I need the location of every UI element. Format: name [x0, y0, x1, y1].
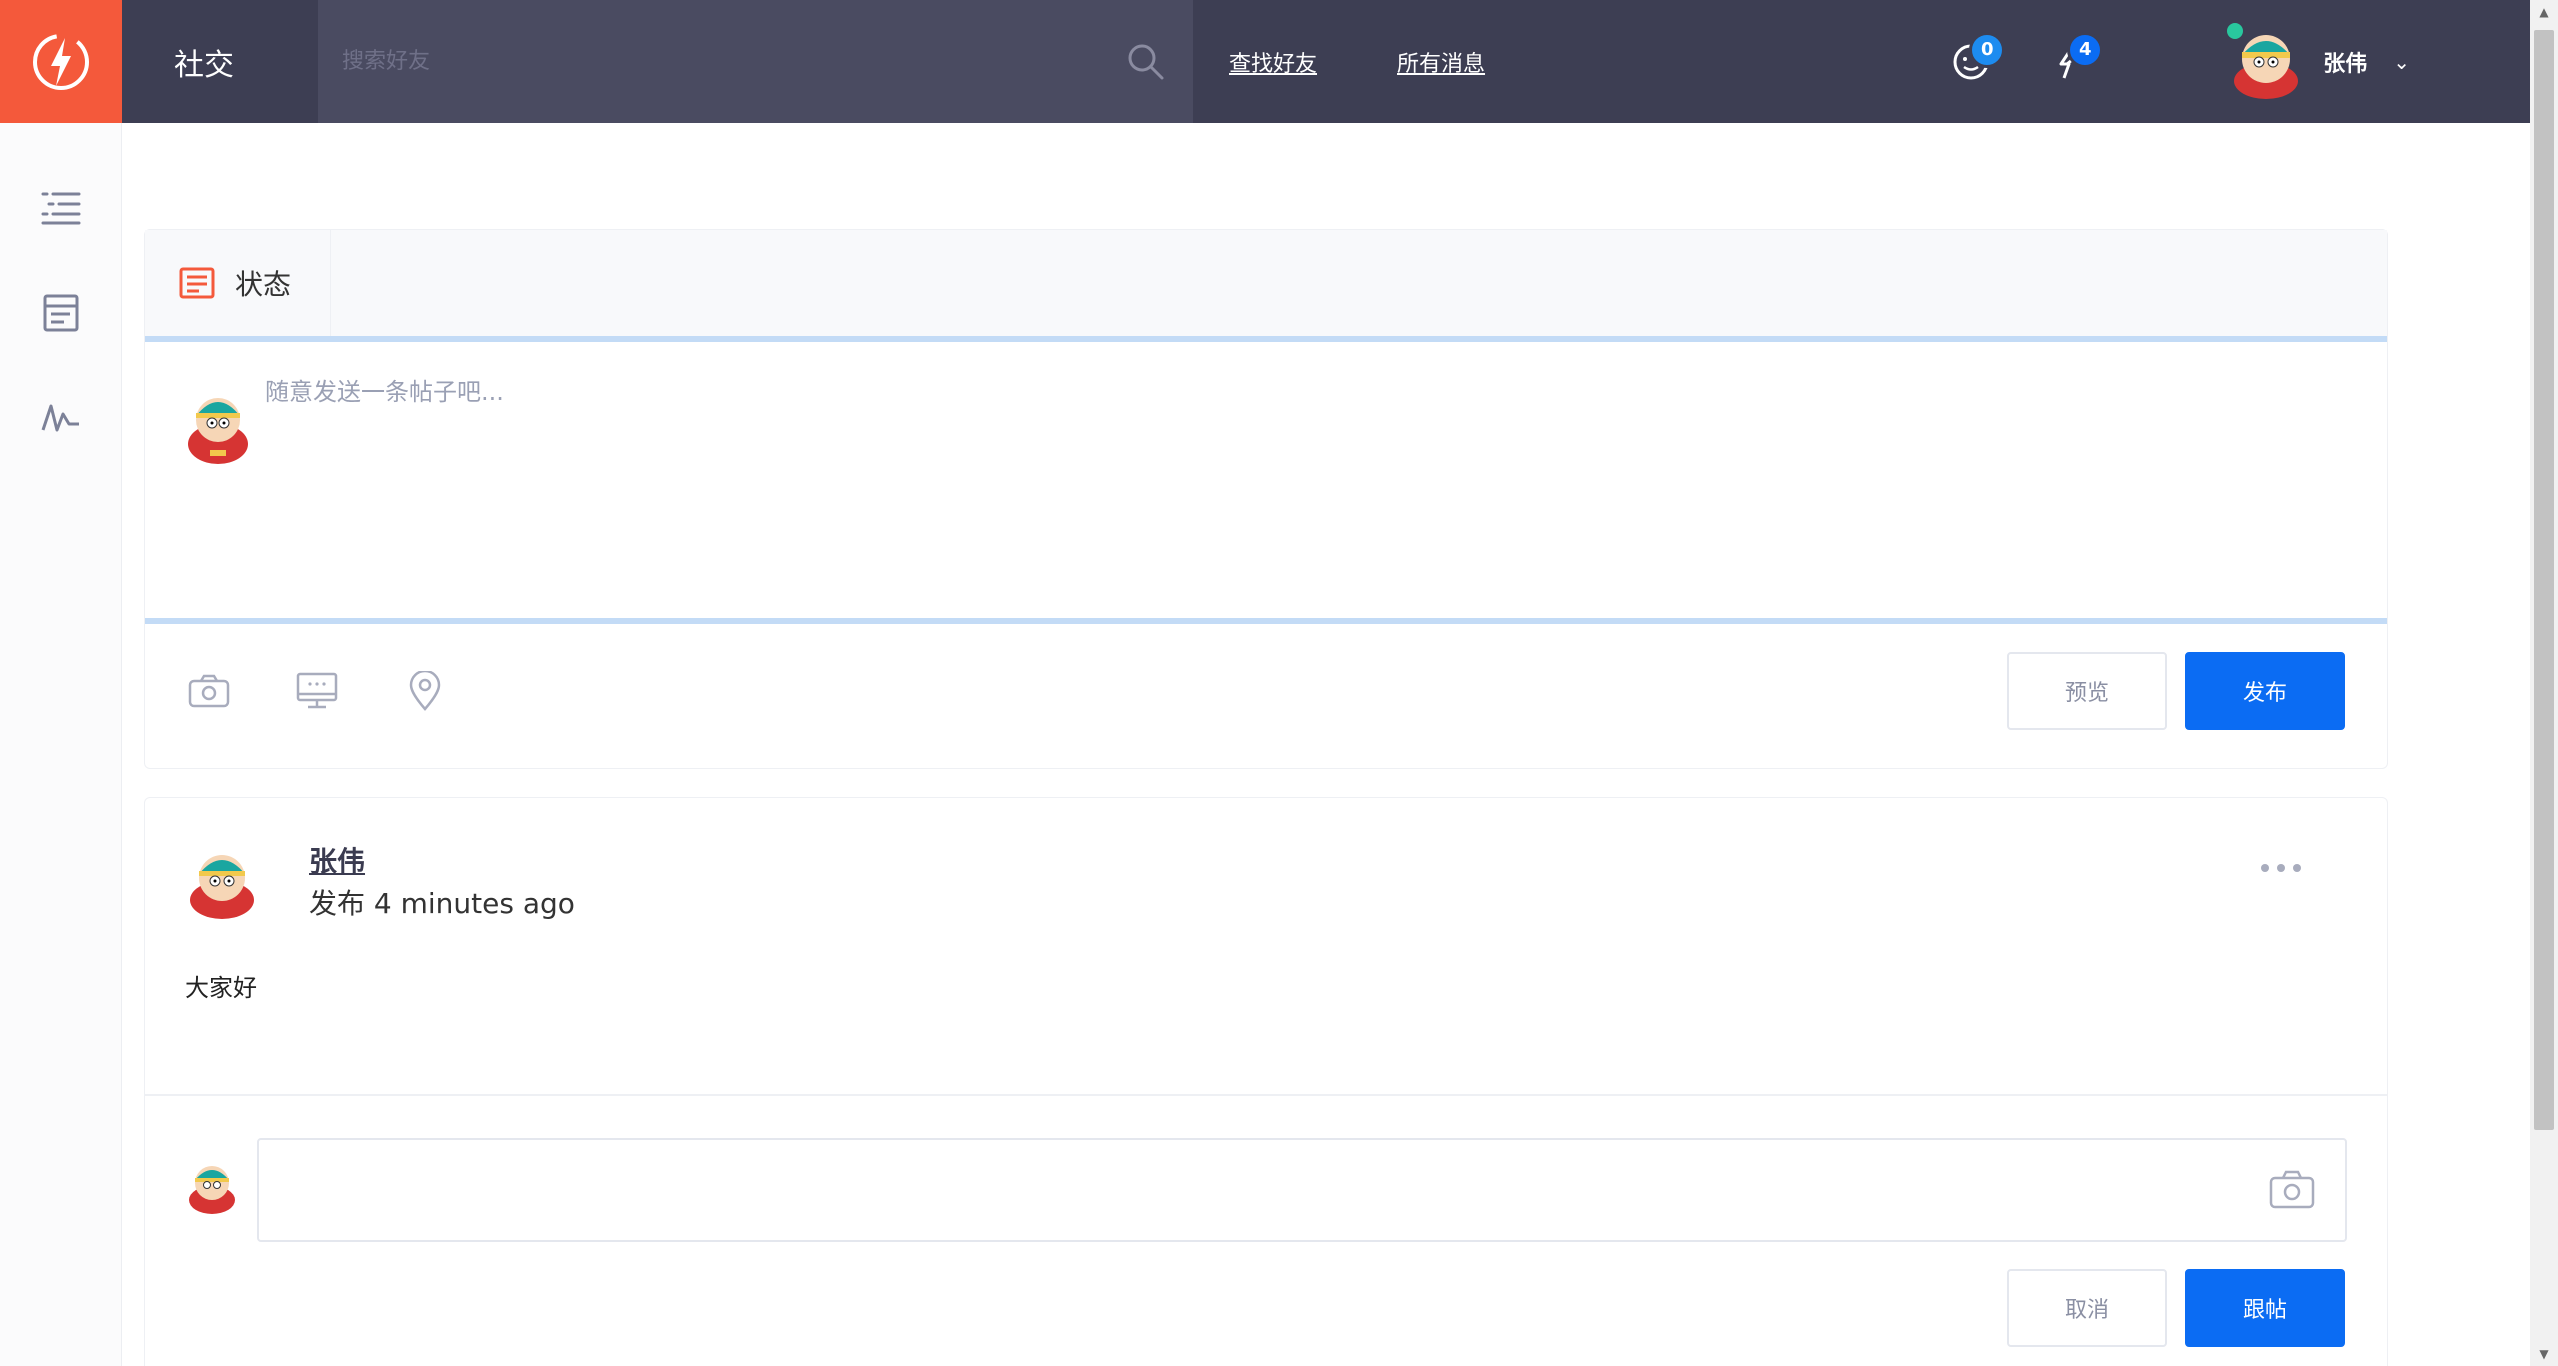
composer-avatar-icon [188, 398, 248, 464]
post-header: 张伟 发布 4 minutes ago [145, 798, 2387, 968]
main-content: 状态 随意发送一条帖子吧... 预览 发布 张伟 发布 4 minutes ag… [122, 123, 2530, 1366]
activity-pulse-icon [41, 404, 79, 432]
list-icon [41, 192, 80, 225]
messages-button[interactable]: 0 [1943, 31, 2006, 90]
app-root: 社交 查找好友 所有消息 0 4 [0, 0, 2558, 1366]
left-sidebar [0, 123, 122, 1366]
lightning-logo-icon [33, 33, 89, 90]
sidebar-item-activity[interactable] [36, 393, 86, 443]
camera-icon[interactable] [185, 667, 233, 715]
more-options-icon[interactable] [2261, 858, 2301, 878]
tab-status[interactable]: 状态 [145, 230, 331, 336]
messages-badge: 0 [1969, 31, 2006, 68]
reply-input[interactable] [259, 1140, 2239, 1240]
brand-title: 社交 [122, 0, 318, 123]
post-author-avatar-icon [190, 855, 254, 919]
avatar [185, 384, 251, 466]
search-bar [318, 0, 1193, 123]
status-tab-icon [179, 267, 215, 299]
app-logo[interactable] [0, 0, 122, 123]
scroll-down-icon[interactable]: ▼ [2530, 1342, 2558, 1366]
chevron-down-icon[interactable]: ⌄ [2393, 50, 2410, 74]
post-divider [145, 1094, 2387, 1096]
post-textarea[interactable] [265, 372, 2345, 602]
publish-button[interactable]: 发布 [2185, 652, 2345, 730]
monitor-icon[interactable] [293, 667, 341, 715]
cancel-button[interactable]: 取消 [2007, 1269, 2167, 1347]
find-friends-link[interactable]: 查找好友 [1229, 46, 1317, 78]
notifications-button[interactable]: 4 [2041, 31, 2104, 90]
top-navbar: 社交 查找好友 所有消息 0 4 [0, 0, 2530, 123]
search-input[interactable] [342, 31, 1123, 92]
reply-button[interactable]: 跟帖 [2185, 1269, 2345, 1347]
search-icon[interactable] [1123, 39, 1169, 85]
avatar[interactable] [187, 846, 257, 920]
reply-avatar-icon [189, 1166, 235, 1214]
post-author-link[interactable]: 张伟 [309, 840, 365, 880]
notifications-badge: 4 [2067, 31, 2104, 68]
camera-icon[interactable] [2269, 1170, 2315, 1212]
composer-tabs: 状态 [145, 230, 2387, 342]
sidebar-item-posts[interactable] [36, 288, 86, 338]
avatar [187, 1158, 237, 1214]
reply-field [257, 1138, 2347, 1242]
all-messages-link[interactable]: 所有消息 [1397, 46, 1485, 78]
preview-button[interactable]: 预览 [2007, 652, 2167, 730]
post-timestamp: 发布 4 minutes ago [309, 887, 575, 920]
document-icon [43, 294, 78, 332]
scroll-thumb[interactable] [2534, 30, 2554, 1130]
scroll-up-icon[interactable]: ▲ [2530, 0, 2558, 24]
online-status-dot [2227, 22, 2244, 39]
tab-status-label: 状态 [235, 268, 292, 301]
sidebar-item-feed[interactable] [36, 183, 86, 233]
composer-toolbar: 预览 发布 [145, 624, 2387, 758]
post-card: 张伟 发布 4 minutes ago 大家好 取消 跟帖 [144, 797, 2388, 1366]
user-menu[interactable]: 张伟 ⌄ [2227, 22, 2410, 99]
composer-body [145, 342, 2387, 624]
post-composer: 状态 随意发送一条帖子吧... 预览 发布 [144, 229, 2388, 769]
post-body-text: 大家好 [185, 974, 257, 1002]
page-scrollbar[interactable]: ▲ ▼ [2530, 0, 2558, 1366]
avatar[interactable] [2227, 22, 2303, 99]
location-pin-icon[interactable] [401, 667, 449, 715]
user-name[interactable]: 张伟 [2323, 46, 2367, 78]
